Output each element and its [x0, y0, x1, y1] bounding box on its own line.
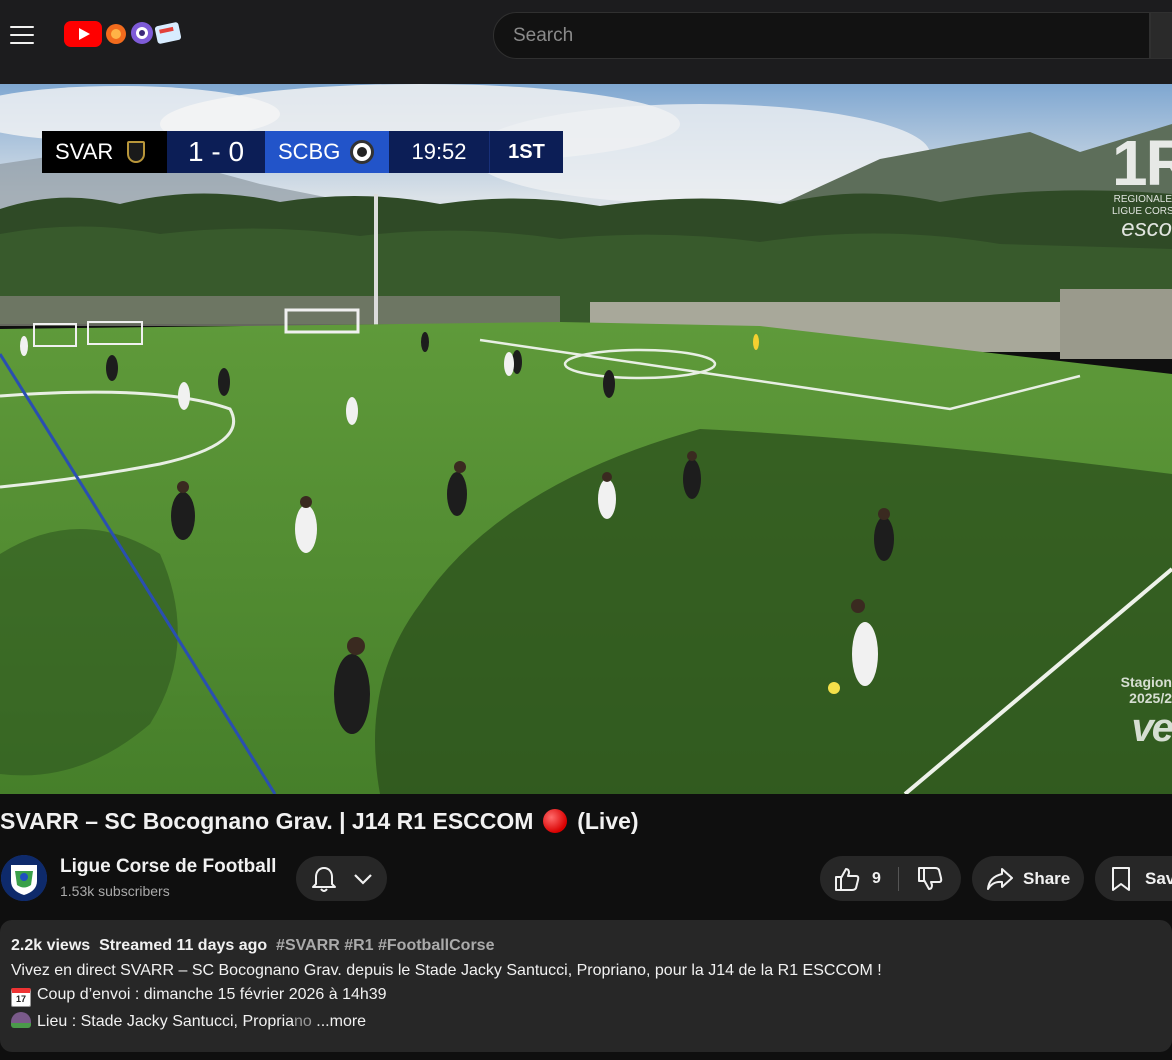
- subscription-bell-button[interactable]: [296, 856, 387, 901]
- league-watermark: 1R REGIONALE LIGUE CORS esco: [1112, 127, 1172, 242]
- watermark-logo: 1R: [1112, 127, 1172, 199]
- scoreboard-period: 1ST: [489, 131, 563, 173]
- show-more-link[interactable]: ...more: [316, 1013, 366, 1030]
- season-brand: ve: [1131, 706, 1172, 750]
- search-input[interactable]: [494, 13, 1149, 58]
- watermark-line1: REGIONALE: [1113, 194, 1172, 205]
- video-title: SVARR – SC Bocognano Grav. | J14 R1 ESCC…: [0, 808, 639, 835]
- video-title-text: SVARR – SC Bocognano Grav. | J14 R1 ESCC…: [0, 808, 534, 834]
- share-button[interactable]: Share: [972, 856, 1084, 901]
- home-crest-icon: [127, 141, 146, 163]
- top-bar: [0, 0, 1172, 84]
- description-line-3: Lieu : Stade Jacky Santucci, Propriano .…: [11, 1011, 1161, 1032]
- channel-name[interactable]: Ligue Corse de Football: [60, 856, 276, 878]
- description-meta: 2.2k views Streamed 11 days ago #SVARR #…: [11, 936, 1161, 956]
- scoreboard-score: 1 - 0: [167, 131, 265, 173]
- scoreboard-home: SVAR: [42, 131, 167, 173]
- search-bar[interactable]: [493, 12, 1150, 59]
- like-dislike-group: 9: [820, 856, 961, 901]
- season-badge: Stagion 2025/2 ve: [1106, 674, 1172, 750]
- description-line-2: 17 Coup d’envoi : dimanche 15 février 202…: [11, 985, 1161, 1007]
- stream-date: Streamed 11 days ago: [99, 937, 268, 954]
- season-year: 2025/2: [1129, 690, 1172, 706]
- channel-avatar[interactable]: [1, 855, 47, 901]
- like-button[interactable]: 9: [820, 856, 898, 901]
- chevron-down-icon: [353, 873, 372, 885]
- share-arrow-icon: [987, 867, 1013, 890]
- bell-icon: [311, 866, 336, 892]
- scoreboard-overlay: SVAR 1 - 0 SCBG 19:52 1ST: [42, 131, 563, 173]
- thumbs-up-icon: [835, 867, 860, 891]
- like-count: 9: [872, 869, 881, 887]
- search-button[interactable]: [1150, 12, 1172, 59]
- video-title-live: (Live): [577, 808, 639, 834]
- live-dot-icon: [542, 809, 567, 833]
- menu-icon[interactable]: [10, 26, 34, 46]
- video-player[interactable]: SVAR 1 - 0 SCBG 19:52 1ST 1R REGIONALE L…: [0, 84, 1172, 794]
- share-label: Share: [1023, 868, 1071, 888]
- kickoff-text: Coup d’envoi : dimanche 15 février 2026 …: [37, 986, 387, 1003]
- bookmark-icon: [1112, 866, 1130, 891]
- season-label: Stagion: [1120, 674, 1172, 690]
- logo-doodle-icon[interactable]: [104, 20, 186, 48]
- dislike-button[interactable]: [899, 856, 961, 901]
- save-label: Save: [1145, 868, 1172, 888]
- calendar-emoji-icon: 17: [11, 988, 31, 1007]
- venue-text-fade: no: [294, 1012, 312, 1030]
- scoreboard-clock: 19:52: [389, 131, 489, 173]
- save-button[interactable]: Save: [1095, 856, 1172, 901]
- description-line-1: Vivez en direct SVARR – SC Bocognano Gra…: [11, 961, 882, 979]
- home-team-name: SVAR: [55, 139, 114, 164]
- video-frame: [0, 84, 1172, 794]
- watermark-script: esco: [1121, 215, 1172, 242]
- youtube-logo-icon[interactable]: [64, 21, 102, 47]
- away-team-name: SCBG: [278, 139, 341, 164]
- hashtags[interactable]: #SVARR #R1 #FootballCorse: [276, 937, 494, 954]
- stadium-emoji-icon: [11, 1011, 31, 1028]
- channel-crest-icon: [1, 855, 47, 901]
- subscriber-count: 1.53k subscribers: [60, 883, 170, 899]
- scoreboard-away: SCBG: [265, 131, 389, 173]
- away-crest-icon: [350, 140, 375, 164]
- view-count: 2.2k views: [11, 937, 91, 954]
- description-box[interactable]: 2.2k views Streamed 11 days ago #SVARR #…: [0, 920, 1172, 1052]
- thumbs-down-icon: [918, 866, 943, 890]
- venue-text: Lieu : Stade Jacky Santucci, Propria: [37, 1012, 295, 1030]
